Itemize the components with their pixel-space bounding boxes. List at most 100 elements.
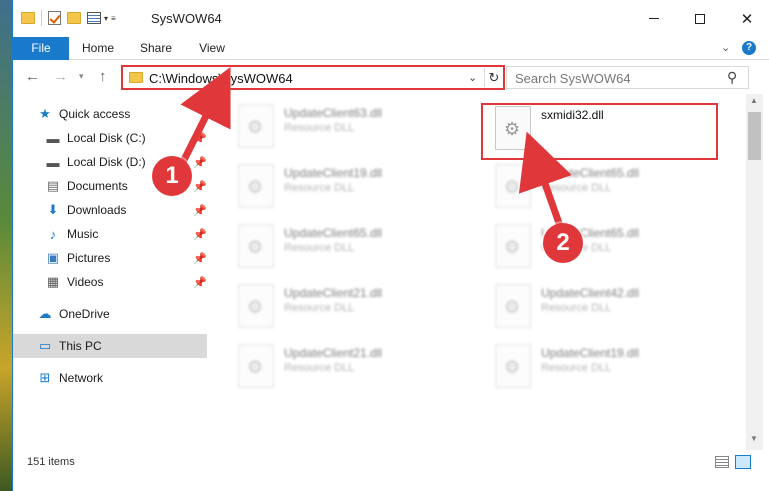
refresh-icon[interactable]: ↻	[484, 68, 503, 87]
dll-file-icon	[238, 164, 274, 208]
sidebar-item-music[interactable]: ♪ Music 📌	[13, 222, 207, 246]
expand-ribbon-icon[interactable]: ⌄	[721, 41, 730, 54]
sidebar-item-pictures[interactable]: ▣ Pictures 📌	[13, 246, 207, 270]
recent-locations-icon[interactable]: ▾	[79, 71, 84, 82]
sidebar-item-label: Downloads	[67, 203, 127, 217]
scroll-thumb[interactable]	[748, 112, 761, 160]
sidebar-item-label: Quick access	[59, 107, 131, 121]
forward-arrow-icon[interactable]: →	[53, 68, 68, 85]
maximize-icon	[695, 13, 705, 24]
window-title: SysWOW64	[151, 11, 222, 26]
file-item[interactable]: UpdateClient19.dll Resource DLL	[495, 344, 725, 398]
address-path[interactable]: C:\Windows\SysWOW64	[149, 71, 293, 86]
sidebar-item-network[interactable]: ⊞ Network	[13, 366, 207, 390]
videos-icon: ▦	[46, 274, 60, 289]
tab-share[interactable]: Share	[131, 37, 181, 60]
documents-icon: ▤	[46, 178, 60, 193]
file-item[interactable]: UpdateClient21.dll Resource DLL	[238, 284, 468, 338]
folder-icon	[21, 12, 35, 24]
pin-icon[interactable]: 📌	[193, 180, 207, 193]
pin-icon[interactable]: 📌	[193, 228, 207, 241]
file-name: UpdateClient65.dll	[541, 166, 640, 180]
file-name: UpdateClient65.dll	[284, 226, 383, 240]
file-type: Resource DLL	[541, 362, 612, 374]
folder-icon	[129, 72, 143, 83]
tab-file[interactable]: File	[13, 37, 69, 60]
dll-file-icon	[238, 284, 274, 328]
sidebar-item-this-pc[interactable]: ▭ This PC	[13, 334, 207, 358]
sidebar-item-label: Videos	[67, 275, 104, 289]
ribbon-tabs: File Home Share View ⌄ ?	[13, 37, 769, 60]
cloud-icon: ☁	[38, 306, 52, 321]
item-count: 151 items	[27, 456, 75, 468]
back-arrow-icon[interactable]: ←	[25, 68, 40, 85]
chevron-down-icon[interactable]: ▾	[104, 14, 108, 23]
scroll-up-icon[interactable]: ▲	[750, 96, 758, 105]
maximize-button[interactable]	[677, 0, 723, 37]
file-list: UpdateClient63.dll Resource DLL UpdateCli…	[210, 94, 746, 450]
sidebar-item-label: OneDrive	[59, 307, 110, 321]
tab-home[interactable]: Home	[73, 37, 123, 60]
sidebar-item-label: Pictures	[67, 251, 111, 265]
file-name: UpdateClient19.dll	[541, 346, 640, 360]
computer-icon: ▭	[38, 338, 52, 353]
drive-icon: ▬	[46, 130, 60, 146]
file-item[interactable]: UpdateClient42.dll Resource DLL	[495, 284, 725, 338]
star-icon: ★	[39, 106, 51, 121]
target-file-highlight	[481, 103, 718, 160]
file-item[interactable]: UpdateClient65.dll Resource DLL	[238, 224, 468, 278]
new-folder-icon[interactable]	[67, 12, 81, 24]
sidebar-item-local-disk-c[interactable]: ▬ Local Disk (C:) 📌	[13, 126, 207, 150]
address-bar[interactable]: C:\Windows\SysWOW64 ⌄ ↻	[121, 65, 505, 90]
file-explorer-window: ▾ ≡ SysWOW64 ✕ File Home Share View ⌄ ? …	[12, 0, 769, 491]
toolbar-divider	[41, 10, 42, 26]
sidebar-item-label: Documents	[67, 179, 128, 193]
sidebar-item-label: Music	[67, 227, 99, 241]
file-item[interactable]: UpdateClient19.dll Resource DLL	[238, 164, 468, 218]
properties-icon[interactable]	[87, 12, 101, 24]
file-type: Resource DLL	[284, 182, 355, 194]
chevron-down-icon[interactable]: ⌄	[468, 71, 477, 84]
file-type: Resource DLL	[284, 122, 355, 134]
navigation-bar: ← → ▾ ↑ C:\Windows\SysWOW64 ⌄ ↻ Search S…	[13, 60, 769, 94]
file-item[interactable]: UpdateClient63.dll Resource DLL	[238, 104, 468, 158]
scroll-down-icon[interactable]: ▼	[750, 434, 758, 443]
file-type: Resource DLL	[284, 242, 355, 254]
download-icon: ⬇	[47, 202, 59, 217]
sidebar-item-videos[interactable]: ▦ Videos 📌	[13, 270, 207, 294]
file-item[interactable]: UpdateClient65.dllResource DLL	[495, 164, 725, 218]
pin-icon[interactable]: 📌	[193, 156, 207, 169]
dll-file-icon	[238, 344, 274, 388]
dll-file-icon	[495, 284, 531, 328]
customize-toolbar-icon[interactable]: ≡	[111, 14, 116, 23]
file-item[interactable]: UpdateClient65.dllResource DLL	[495, 224, 725, 278]
close-icon: ✕	[740, 10, 754, 28]
vertical-scrollbar[interactable]: ▲ ▼	[746, 94, 763, 450]
search-input[interactable]: Search SysWOW64 ⚲	[506, 66, 749, 89]
sidebar-item-downloads[interactable]: ⬇ Downloads 📌	[13, 198, 207, 222]
pin-icon[interactable]: 📌	[193, 252, 207, 265]
sidebar-item-onedrive[interactable]: ☁ OneDrive	[13, 302, 207, 326]
pin-icon[interactable]: 📌	[193, 276, 207, 289]
pin-icon[interactable]: 📌	[193, 204, 207, 217]
dll-file-icon	[495, 164, 531, 208]
status-bar: 151 items	[13, 450, 769, 491]
network-icon: ⊞	[39, 370, 51, 385]
large-icons-view-icon[interactable]	[735, 455, 751, 469]
tab-view[interactable]: View	[189, 37, 235, 60]
sidebar-item-label: This PC	[59, 339, 102, 353]
details-view-icon[interactable]	[715, 456, 729, 468]
search-icon[interactable]: ⚲	[727, 69, 737, 86]
file-item[interactable]: UpdateClient21.dll Resource DLL	[238, 344, 468, 398]
close-button[interactable]: ✕	[724, 0, 769, 37]
callout-badge-1: 1	[152, 156, 192, 196]
minimize-button[interactable]	[631, 0, 677, 37]
sidebar-item-label: Local Disk (C:)	[67, 131, 146, 145]
pin-icon[interactable]: 📌	[193, 132, 207, 145]
help-icon[interactable]: ?	[742, 41, 756, 55]
sidebar-item-label: Local Disk (D:)	[67, 155, 146, 169]
up-arrow-icon[interactable]: ↑	[99, 68, 107, 85]
dll-file-icon	[495, 344, 531, 388]
properties-check-icon[interactable]	[48, 11, 61, 25]
sidebar-item-quick-access[interactable]: ★ Quick access	[13, 102, 207, 126]
